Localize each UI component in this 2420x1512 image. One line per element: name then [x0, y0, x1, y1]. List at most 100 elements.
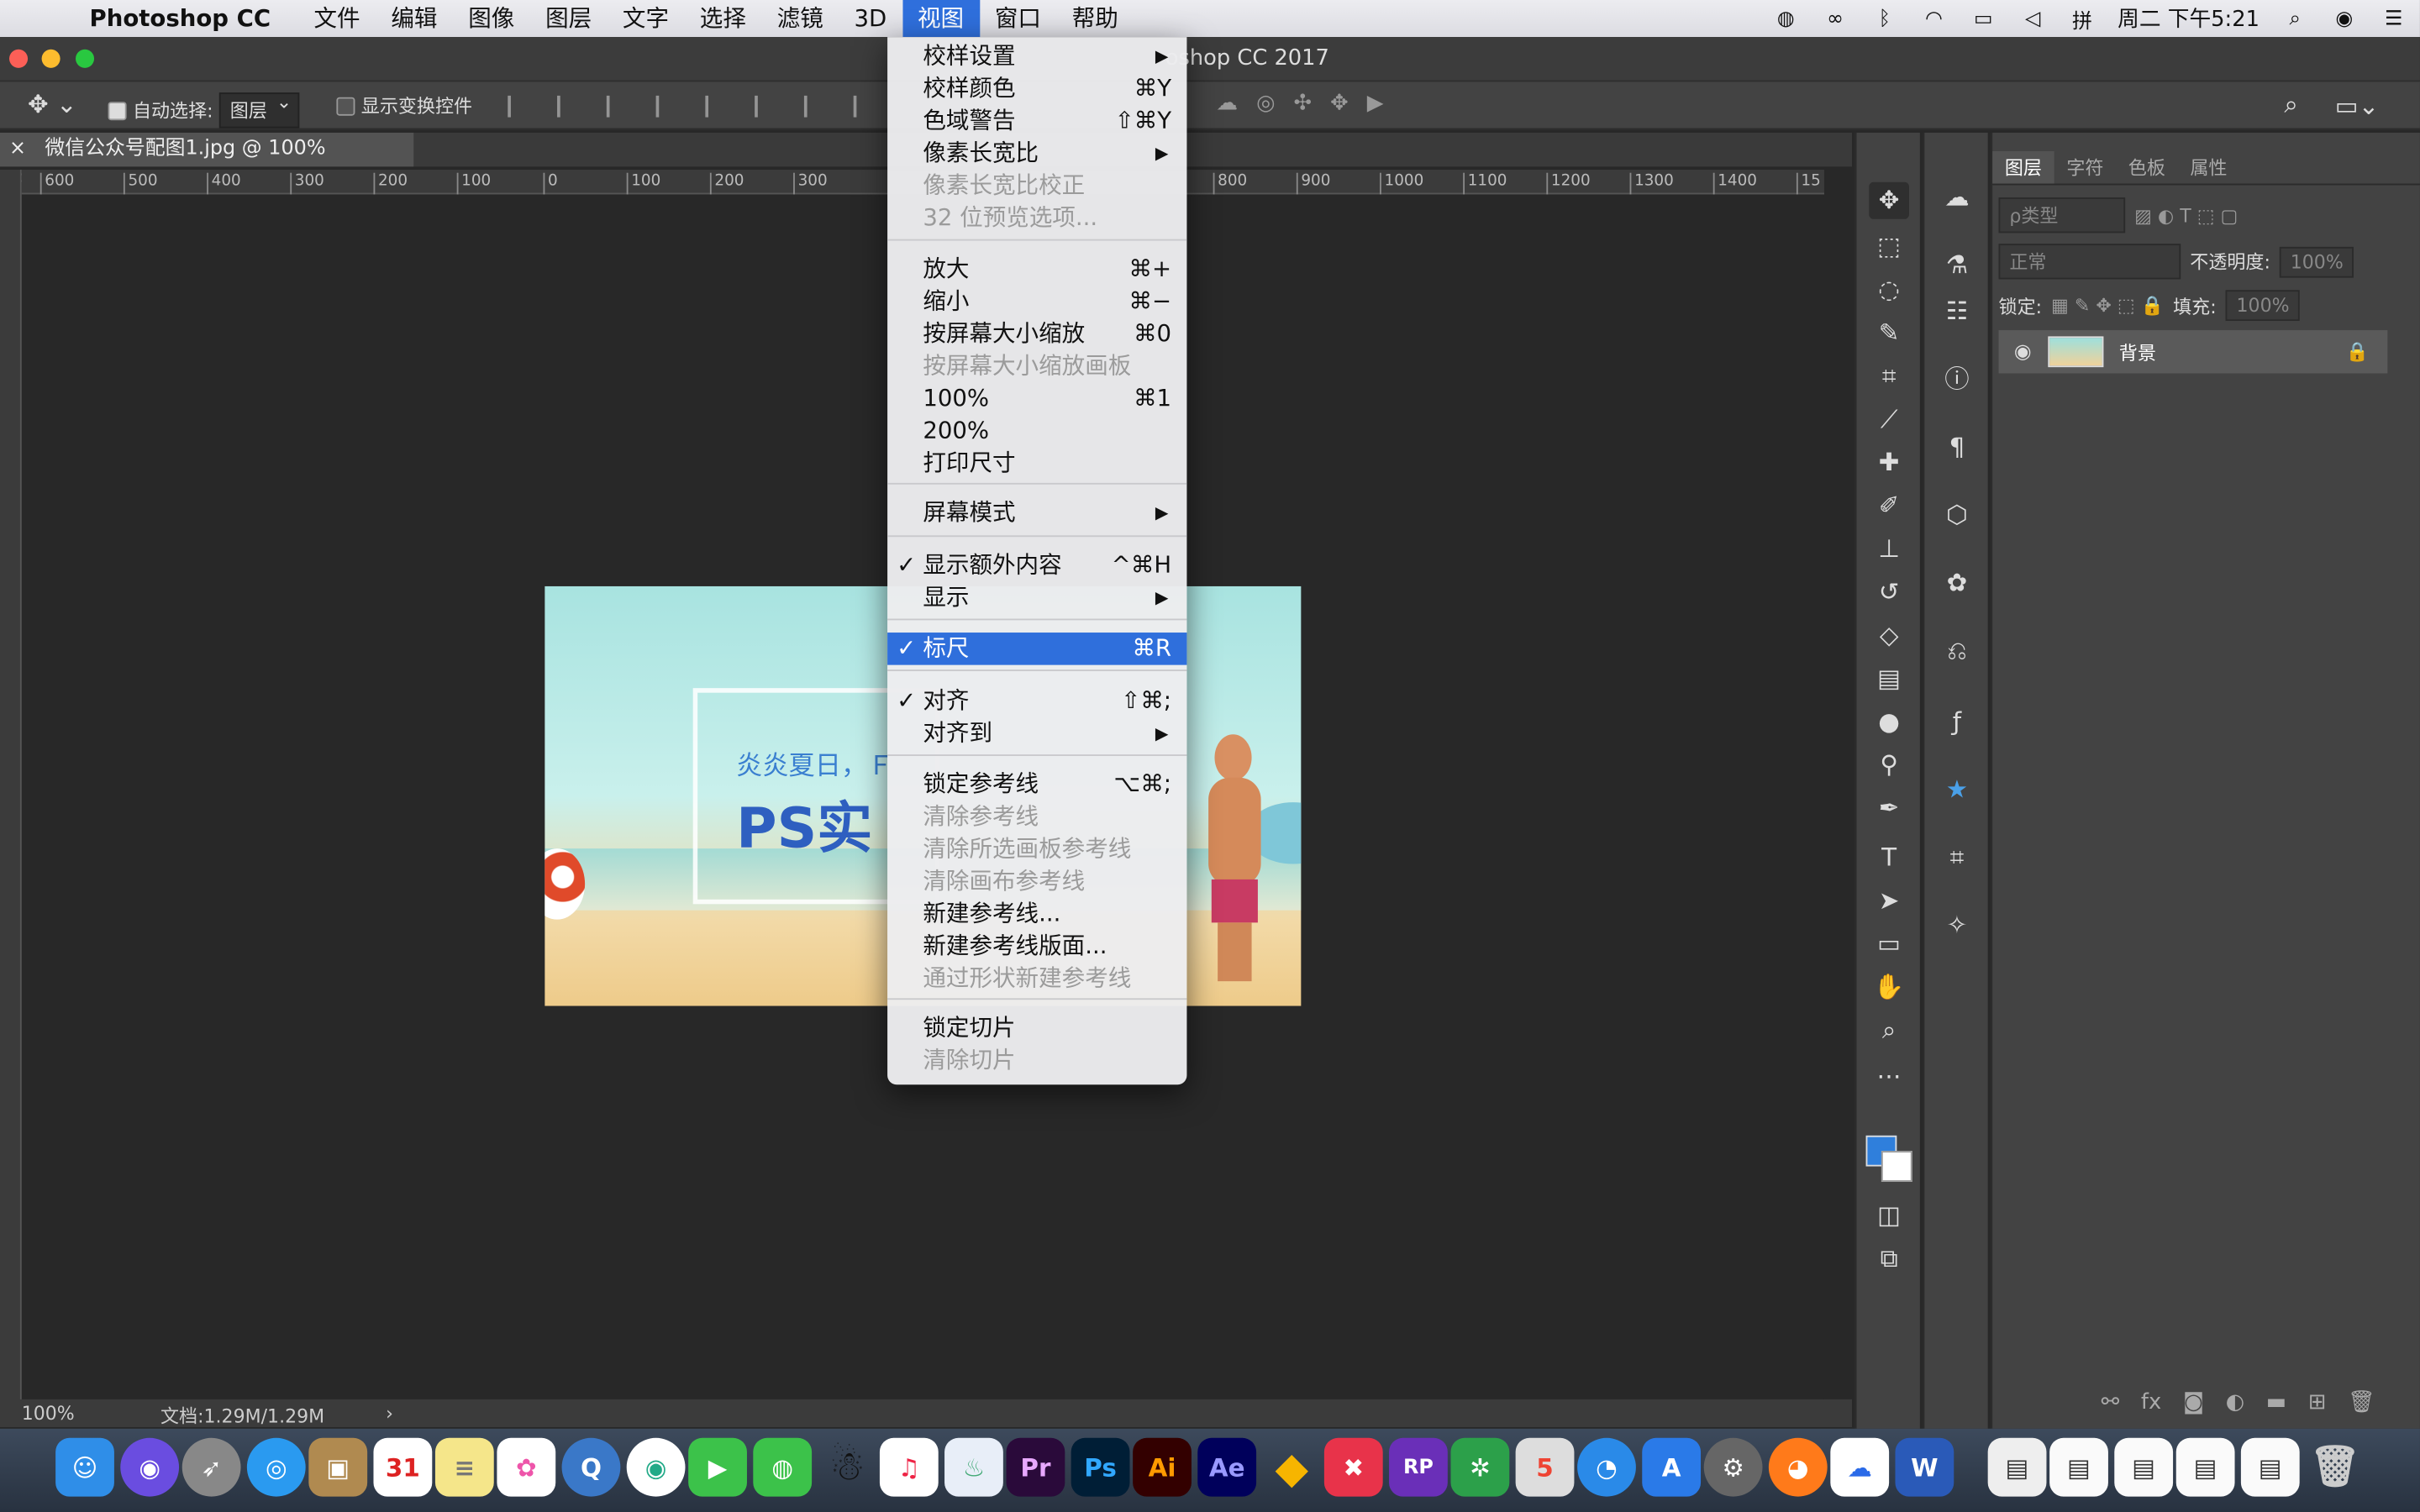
screen-mode-icon[interactable]: ⧉	[1869, 1241, 1909, 1278]
link-layers-icon[interactable]: ⚯	[2102, 1390, 2120, 1415]
safari-icon[interactable]: ◎	[246, 1437, 306, 1497]
after-effects-icon[interactable]: Ae	[1197, 1437, 1257, 1497]
illustrator-icon[interactable]: Ai	[1133, 1437, 1192, 1497]
wechat-icon[interactable]: ◍	[1772, 6, 1800, 30]
layer-row[interactable]: ◉ 背景 🔒	[1998, 330, 2388, 374]
browser-icon[interactable]: ◔	[1577, 1437, 1636, 1497]
type-tool-icon[interactable]: T	[1869, 839, 1909, 876]
contacts-icon[interactable]: ▣	[308, 1437, 368, 1497]
gradient-tool-icon[interactable]: ▤	[1869, 660, 1909, 697]
pen-tool-icon[interactable]: ✒	[1869, 790, 1909, 827]
filter-pixel-icon[interactable]: ▨ ◐ T ⬚ ▢	[2134, 204, 2238, 226]
creative-cloud-icon[interactable]: ∞	[1822, 6, 1849, 30]
eyedropper-tool-icon[interactable]: ⟋	[1869, 402, 1909, 438]
document-thumbnail-4-icon[interactable]: ▤	[2175, 1437, 2235, 1497]
marquee-tool-icon[interactable]: ⬚	[1869, 228, 1909, 265]
photos-icon[interactable]: ✿	[497, 1437, 556, 1497]
view-menu-item[interactable]: 校样颜色 ⌘Y	[887, 72, 1186, 105]
plugin-icon[interactable]: ✧	[1937, 907, 1977, 944]
vertical-ruler[interactable]	[0, 170, 22, 1401]
adjustments-icon[interactable]: ⚗	[1937, 247, 1977, 284]
swatches-palette-icon[interactable]: ✿	[1937, 564, 1977, 601]
menu-select[interactable]: 选择	[684, 0, 761, 37]
3d-roll-icon[interactable]: ◎	[1256, 91, 1275, 115]
zoom-level[interactable]: 100%	[22, 1403, 75, 1425]
distribute-vcenter-icon[interactable]	[853, 95, 876, 118]
fx-icon[interactable]: fx	[2141, 1390, 2161, 1415]
zoom-window-icon[interactable]	[75, 49, 95, 68]
finder-icon[interactable]: ☺	[55, 1437, 114, 1497]
siri-dock-icon[interactable]: ◉	[120, 1437, 180, 1497]
battery-icon[interactable]: ▭	[1970, 6, 1997, 30]
show-transform-toggle[interactable]: 显示变换控件	[336, 92, 472, 118]
layer-filter-dropdown[interactable]: ρ类型	[1998, 197, 2126, 234]
quick-select-tool-icon[interactable]: ✎	[1869, 315, 1909, 352]
fill-input[interactable]: 100%	[2225, 290, 2301, 322]
add-mask-icon[interactable]: ◙	[2183, 1390, 2204, 1415]
close-tab-icon[interactable]: ×	[9, 137, 26, 160]
distribute-top-icon[interactable]	[803, 95, 826, 118]
dodge-tool-icon[interactable]: ⚲	[1869, 747, 1909, 784]
view-menu-item[interactable]: 新建参考线版面...	[887, 931, 1186, 963]
menu-layer[interactable]: 图层	[530, 0, 608, 37]
new-layer-icon[interactable]: ⊞	[2308, 1390, 2327, 1415]
blur-tool-icon[interactable]: ●	[1869, 704, 1909, 741]
layer-name[interactable]: 背景	[2119, 339, 2156, 365]
premiere-icon[interactable]: Pr	[1006, 1437, 1065, 1497]
view-menu-item[interactable]: 像素长宽比 ▶	[887, 137, 1186, 170]
input-method-icon[interactable]: 拼	[2068, 6, 2096, 34]
xmind-icon[interactable]: ✖	[1323, 1437, 1383, 1497]
minimize-window-icon[interactable]	[41, 49, 60, 68]
actions-icon[interactable]: ƒ	[1937, 704, 1977, 741]
view-menu-item[interactable]: ✓ 对齐 ⇧⌘;	[887, 685, 1186, 717]
view-menu-item[interactable]: ✓ 标尺 ⌘R	[887, 633, 1187, 665]
baidu-netdisk-icon[interactable]: ☁	[1830, 1437, 1890, 1497]
align-right-icon[interactable]	[755, 95, 776, 118]
eraser-tool-icon[interactable]: ◇	[1869, 617, 1909, 654]
volume-icon[interactable]: ◁	[2019, 6, 2047, 30]
menu-image[interactable]: 图像	[453, 0, 530, 37]
paragraph-icon[interactable]: ¶	[1937, 429, 1977, 466]
menu-filter[interactable]: 滤镜	[761, 0, 839, 37]
view-menu-item[interactable]: 显示 ▶	[887, 581, 1186, 614]
hand-tool-icon[interactable]: ✋	[1869, 969, 1909, 1005]
more-tools-icon[interactable]: ⋯	[1869, 1058, 1909, 1095]
info-icon[interactable]: ⓘ	[1937, 361, 1977, 398]
menu-edit[interactable]: 编辑	[376, 0, 453, 37]
music-icon[interactable]: ♫	[879, 1437, 939, 1497]
app-name-menu[interactable]: Photoshop CC	[90, 5, 271, 33]
path-select-tool-icon[interactable]: ➤	[1869, 883, 1909, 920]
view-menu-item[interactable]: 对齐到 ▶	[887, 717, 1186, 750]
view-menu-item[interactable]: 打印尺寸	[887, 448, 1186, 480]
show-transform-checkbox[interactable]	[336, 96, 355, 115]
notification-center-icon[interactable]: ☰	[2380, 6, 2407, 30]
workspace-icon[interactable]: ▭⌄	[2335, 90, 2379, 119]
zoom-tool-icon[interactable]: ⌕	[1869, 1012, 1909, 1049]
document-thumbnail-2-icon[interactable]: ▤	[2049, 1437, 2108, 1497]
libraries-icon[interactable]: ☁	[1937, 179, 1977, 216]
calendar-icon[interactable]: 31	[373, 1437, 433, 1497]
star-icon[interactable]: ★	[1937, 771, 1977, 808]
qq-icon[interactable]: ☃	[818, 1438, 876, 1497]
crop-panel-icon[interactable]: ⌗	[1937, 839, 1977, 876]
spotlight-search-icon[interactable]: ⌕	[2281, 6, 2309, 30]
tab-swatches[interactable]: 色板	[2116, 151, 2177, 184]
photoshop-icon[interactable]: Ps	[1071, 1437, 1130, 1497]
adjustment-layer-icon[interactable]: ◐	[2226, 1390, 2244, 1415]
view-menu-item[interactable]: 校样设置 ▶	[887, 40, 1186, 73]
new-group-icon[interactable]: ▬	[2266, 1390, 2286, 1415]
brush-tool-icon[interactable]: ✐	[1869, 487, 1909, 524]
lasso-tool-icon[interactable]: ◌	[1869, 271, 1909, 308]
app-store-icon[interactable]: A	[1642, 1437, 1702, 1497]
view-menu-item[interactable]: ✓ 显示额外内容 ^⌘H	[887, 549, 1186, 582]
trash-dock-icon[interactable]: 🗑	[2306, 1438, 2365, 1497]
siri-icon[interactable]: ◉	[2330, 6, 2358, 30]
view-menu-item[interactable]: 屏幕模式 ▶	[887, 496, 1186, 529]
layer-lock-icon[interactable]: 🔒	[2346, 341, 2369, 363]
document-tab[interactable]: × 微信公众号配图1.jpg @ 100%(RGB/8#)	[0, 132, 414, 194]
axure-rp-icon[interactable]: RP	[1389, 1437, 1448, 1497]
word-icon[interactable]: W	[1895, 1437, 1954, 1497]
html5-app-icon[interactable]: 5	[1515, 1437, 1575, 1497]
system-preferences-icon[interactable]: ⚙	[1703, 1437, 1763, 1497]
lock-icons[interactable]: ▦ ✎ ✥ ⬚ 🔒	[2051, 295, 2164, 317]
